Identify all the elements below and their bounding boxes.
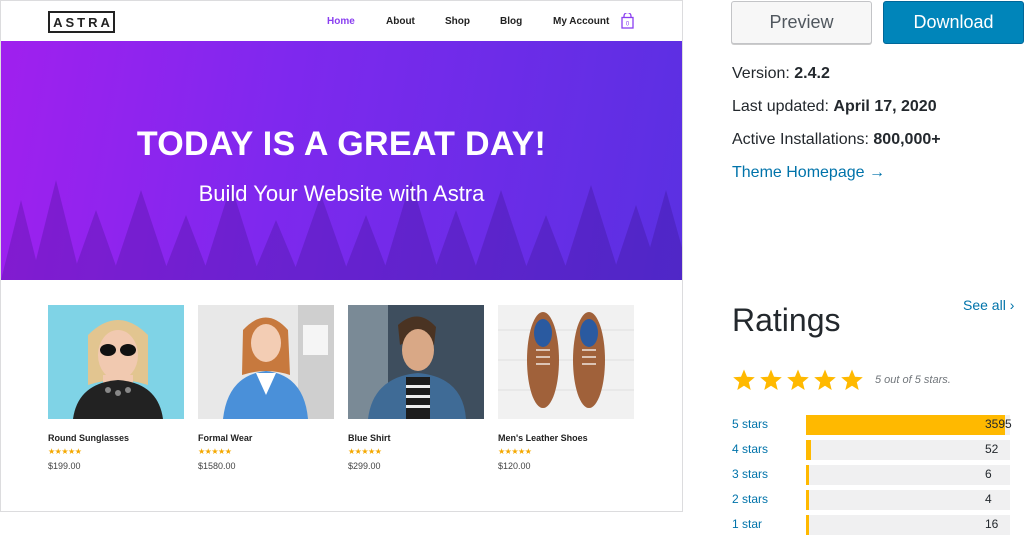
product-card: Formal Wear ★★★★★ $1580.00 [198, 305, 334, 471]
rating-link-5-stars[interactable]: 5 stars [732, 417, 768, 431]
product-name: Round Sunglasses [48, 433, 130, 443]
version-value: 2.4.2 [794, 65, 830, 82]
star-icon [841, 369, 863, 390]
product-name: Men's Leather Shoes [498, 433, 588, 443]
hero-subtitle: Build Your Website with Astra [198, 181, 485, 206]
shopping-bag-icon: 0 [621, 13, 634, 29]
svg-text:0: 0 [626, 22, 630, 28]
rating-row-2: 2 stars 4 [732, 490, 1024, 510]
rating-count: 3595 [985, 417, 1012, 431]
product-price: $120.00 [498, 461, 531, 471]
product-card: Blue Shirt ★★★★★ $299.00 [348, 305, 484, 471]
download-button[interactable]: Download [883, 1, 1024, 44]
rating-link-1-star[interactable]: 1 star [732, 517, 762, 531]
rating-summary: 5 out of 5 stars. [875, 374, 951, 386]
rating-link-3-stars[interactable]: 3 stars [732, 467, 768, 481]
star-icon [787, 369, 809, 390]
nav-my-account: My Account [553, 16, 610, 27]
product-price: $199.00 [48, 461, 81, 471]
product-name: Blue Shirt [348, 433, 391, 443]
rating-bar-fill [808, 415, 1005, 435]
installs-label: Active Installations: [732, 131, 874, 148]
nav-shop: Shop [445, 16, 470, 27]
rating-count: 16 [985, 517, 999, 531]
site-header: ASTRA Home About Shop Blog My Account 0 [1, 1, 682, 41]
site-logo: ASTRA [48, 11, 115, 33]
product-stars: ★★★★★ [198, 447, 232, 456]
rating-link-4-stars[interactable]: 4 stars [732, 442, 768, 456]
rating-count: 52 [985, 442, 999, 456]
product-stars: ★★★★★ [348, 447, 382, 456]
updated-value: April 17, 2020 [833, 98, 937, 115]
rating-row-1: 1 star 16 [732, 515, 1024, 535]
product-stars: ★★★★★ [48, 447, 82, 456]
installs-value: 800,000+ [873, 131, 941, 148]
rating-link-2-stars[interactable]: 2 stars [732, 492, 768, 506]
see-all-link[interactable]: See all › [963, 297, 1014, 313]
rating-count: 4 [985, 492, 992, 506]
rating-bar [806, 515, 1010, 535]
version-label: Version: [732, 65, 795, 82]
rating-bar [806, 465, 1010, 485]
nav-blog: Blog [500, 16, 523, 27]
theme-screenshot: ASTRA Home About Shop Blog My Account 0 … [0, 0, 683, 512]
theme-version: Version: 2.4.2 [732, 65, 830, 83]
star-icon [760, 369, 782, 390]
product-price: $1580.00 [198, 461, 236, 471]
rating-bar-fill [808, 440, 811, 460]
product-card: Men's Leather Shoes ★★★★★ $120.00 [498, 305, 634, 471]
last-updated: Last updated: April 17, 2020 [732, 98, 937, 116]
star-icon [733, 369, 755, 390]
ratings-heading: Ratings [732, 302, 841, 338]
star-icon [814, 369, 836, 390]
product-image-blue-shirt [348, 305, 484, 419]
hero-title: TODAY IS A GREAT DAY! [136, 125, 547, 163]
product-image-formal-wear [198, 305, 334, 419]
product-image-sunglasses [48, 305, 184, 419]
nav-about: About [386, 16, 415, 27]
product-card: Round Sunglasses ★★★★★ $199.00 [48, 305, 184, 471]
active-installations: Active Installations: 800,000+ [732, 131, 941, 149]
theme-homepage-link[interactable]: Theme Homepage → [732, 164, 885, 182]
rating-bar [806, 490, 1010, 510]
product-stars: ★★★★★ [498, 447, 532, 456]
hero-banner: TODAY IS A GREAT DAY! Build Your Website… [1, 41, 682, 280]
rating-count: 6 [985, 467, 992, 481]
forest-silhouette [1, 180, 682, 280]
rating-row-4: 4 stars 52 [732, 440, 1024, 460]
product-name: Formal Wear [198, 433, 253, 443]
rating-row-5: 5 stars 3595 [732, 415, 1024, 435]
rating-row-3: 3 stars 6 [732, 465, 1024, 485]
product-image-leather-shoes [498, 305, 634, 419]
nav-home: Home [327, 16, 355, 27]
preview-button[interactable]: Preview [731, 1, 872, 44]
product-price: $299.00 [348, 461, 381, 471]
rating-bar [806, 415, 1010, 435]
rating-stars: 5 out of 5 stars. [732, 366, 951, 394]
updated-label: Last updated: [732, 98, 834, 115]
rating-bar-fill [808, 515, 809, 535]
rating-bar [806, 440, 1010, 460]
